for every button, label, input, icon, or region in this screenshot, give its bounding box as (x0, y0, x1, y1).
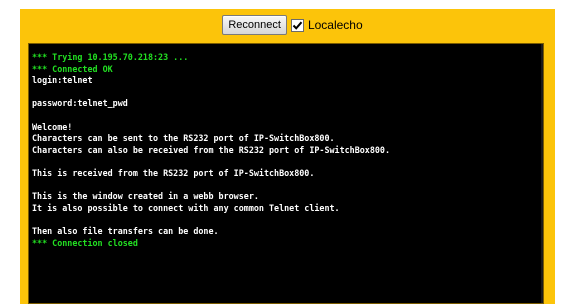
terminal-line: password:telnet_pwd (32, 98, 128, 109)
telnet-applet-frame: Reconnect Localecho *** Trying 10.195.70… (20, 9, 555, 304)
reconnect-button[interactable]: Reconnect (222, 15, 287, 35)
localecho-checkbox[interactable] (290, 18, 304, 32)
localecho-label: Localecho (307, 18, 363, 32)
terminal-line: login:telnet (32, 75, 93, 86)
terminal-line: *** Connected OK (32, 63, 113, 74)
toolbar: Reconnect Localecho (20, 14, 555, 36)
terminal-line: Characters can also be received from the… (32, 144, 390, 155)
terminal-line: It is also possible to connect with any … (32, 202, 340, 213)
terminal-window[interactable]: *** Trying 10.195.70.218:23 ... *** Conne… (28, 43, 544, 304)
terminal-line: Then also file transfers can be done. (32, 225, 219, 236)
terminal-line: *** Trying 10.195.70.218:23 ... (32, 52, 189, 62)
terminal-line: Welcome! (32, 121, 73, 132)
terminal-line: This is the window created in a webb bro… (32, 191, 259, 202)
terminal-line: This is received from the RS232 port of … (32, 167, 315, 178)
checkmark-icon (292, 21, 303, 30)
localecho-toggle[interactable]: Localecho (290, 18, 363, 32)
terminal-scroll-edge (541, 44, 543, 303)
terminal-line: *** Connection closed (32, 237, 138, 248)
terminal-line: Characters can be sent to the RS232 port… (32, 133, 335, 144)
